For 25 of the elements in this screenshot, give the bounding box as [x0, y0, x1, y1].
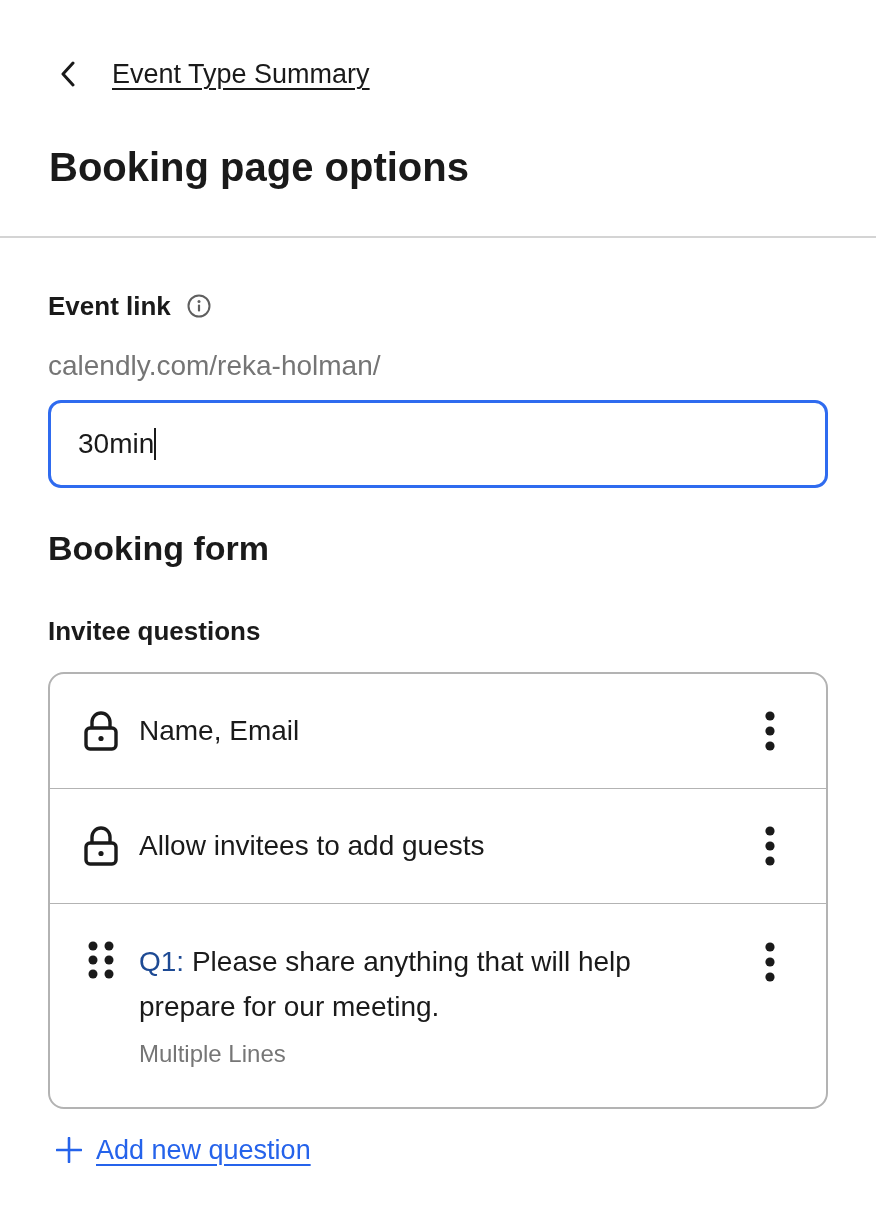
page-title: Booking page options	[49, 144, 470, 191]
lock-icon	[84, 711, 118, 751]
question-row[interactable]: Name, Email	[50, 674, 826, 789]
back-chevron-icon	[60, 61, 76, 87]
back-link[interactable]: Event Type Summary	[112, 57, 370, 91]
plus-icon[interactable]	[56, 1137, 82, 1163]
question-row[interactable]: Allow invitees to add guests	[50, 789, 826, 904]
invitee-questions-label: Invitee questions	[48, 615, 262, 647]
question-row[interactable]: Q1: Please share anything that will help prepare for our meeting. Multiple Lines	[50, 904, 826, 1107]
booking-form-heading: Booking form	[48, 528, 270, 568]
question-label: Name, Email	[139, 714, 300, 748]
add-question-link[interactable]: Add new question	[96, 1133, 311, 1167]
event-link-label: Event link	[48, 290, 171, 322]
more-options-icon	[765, 826, 775, 866]
info-icon[interactable]	[186, 294, 211, 318]
question-text: Q1: Please share anything that will help prepare for our meeting.	[139, 945, 632, 1024]
question-label: Allow invitees to add guests	[139, 829, 485, 863]
lock-icon	[84, 826, 118, 866]
more-options-icon	[765, 942, 775, 982]
event-slug-input[interactable]: 30min	[48, 400, 828, 488]
text-cursor-icon	[154, 428, 157, 460]
more-options-icon	[765, 711, 775, 751]
url-prefix-text: calendly.com/reka-holman/	[48, 349, 382, 383]
answer-type-label: Multiple Lines	[139, 1039, 287, 1069]
drag-handle-icon[interactable]	[88, 941, 114, 979]
